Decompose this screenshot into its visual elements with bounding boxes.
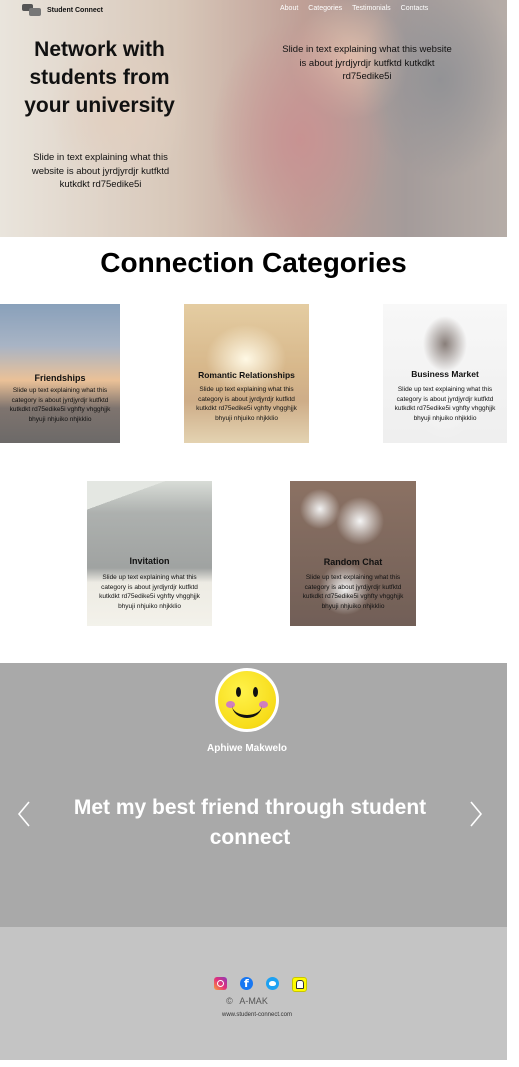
category-description: Slide up text explaining what this categ… <box>302 574 404 610</box>
category-card-friendships[interactable]: Friendships Slide up text explaining wha… <box>0 304 120 443</box>
social-links <box>214 977 307 992</box>
category-title: Random Chat <box>323 557 383 567</box>
testimonial-quote: Met my best friend through student conne… <box>73 796 427 849</box>
category-title: Friendships <box>34 373 86 383</box>
avatar <box>215 668 279 732</box>
category-description: Slide up text explaining what this categ… <box>394 386 496 422</box>
testimonial-section: Aphiwe Makwelo Met my best friend throug… <box>0 663 507 927</box>
categories-title: Connection Categories <box>100 247 407 278</box>
website-link[interactable]: www.student-connect.com <box>0 1012 514 1018</box>
copyright-name: A-MAK <box>239 996 268 1006</box>
category-title: Business Market <box>411 369 479 379</box>
category-card-business-market[interactable]: Business Market Slide up text explaining… <box>383 304 507 443</box>
twitter-icon[interactable] <box>266 977 279 990</box>
category-title: Invitation <box>129 556 170 566</box>
hero-blurb-right: Slide in text explaining what this websi… <box>282 44 452 82</box>
testimonial-author: Aphiwe Makwelo <box>206 743 287 754</box>
category-card-invitation[interactable]: Invitation Slide up text explaining what… <box>87 481 212 626</box>
nav-contacts[interactable]: Contacts <box>401 5 429 12</box>
nav-about[interactable]: About <box>280 5 298 12</box>
snapchat-icon[interactable] <box>292 977 307 992</box>
category-description: Slide up text explaining what this categ… <box>9 387 111 423</box>
category-description: Slide up text explaining what this categ… <box>196 386 297 422</box>
carousel-next-button[interactable] <box>469 801 483 827</box>
nav-categories[interactable]: Categories <box>308 5 342 12</box>
brand-logo[interactable]: Student Connect <box>22 4 103 16</box>
category-title: Romantic Relationships <box>198 370 295 380</box>
chat-bubbles-icon <box>22 4 41 16</box>
copyright: © A-MAK <box>0 996 494 1006</box>
category-description: Slide up text explaining what this categ… <box>99 574 200 610</box>
facebook-icon[interactable] <box>240 977 253 990</box>
carousel-prev-button[interactable] <box>17 801 31 827</box>
hero-blurb-left: Slide in text explaining what this websi… <box>31 152 170 190</box>
main-nav: About Categories Testimonials Contacts <box>280 5 428 12</box>
category-card-romantic-relationships[interactable]: Romantic Relationships Slide up text exp… <box>184 304 309 443</box>
chevron-right-icon <box>470 801 483 827</box>
instagram-icon[interactable] <box>214 977 227 990</box>
copyright-icon: © <box>226 996 233 1006</box>
chevron-left-icon <box>17 801 30 827</box>
footer: © A-MAK www.student-connect.com <box>0 927 507 1060</box>
hero-section: Student Connect About Categories Testimo… <box>0 0 507 237</box>
category-card-random-chat[interactable]: Random Chat Slide up text explaining wha… <box>290 481 416 626</box>
nav-testimonials[interactable]: Testimonials <box>352 5 391 12</box>
brand-name: Student Connect <box>47 6 103 14</box>
hero-headline: Network with students from your universi… <box>24 38 175 117</box>
smiley-face-icon <box>218 671 276 729</box>
